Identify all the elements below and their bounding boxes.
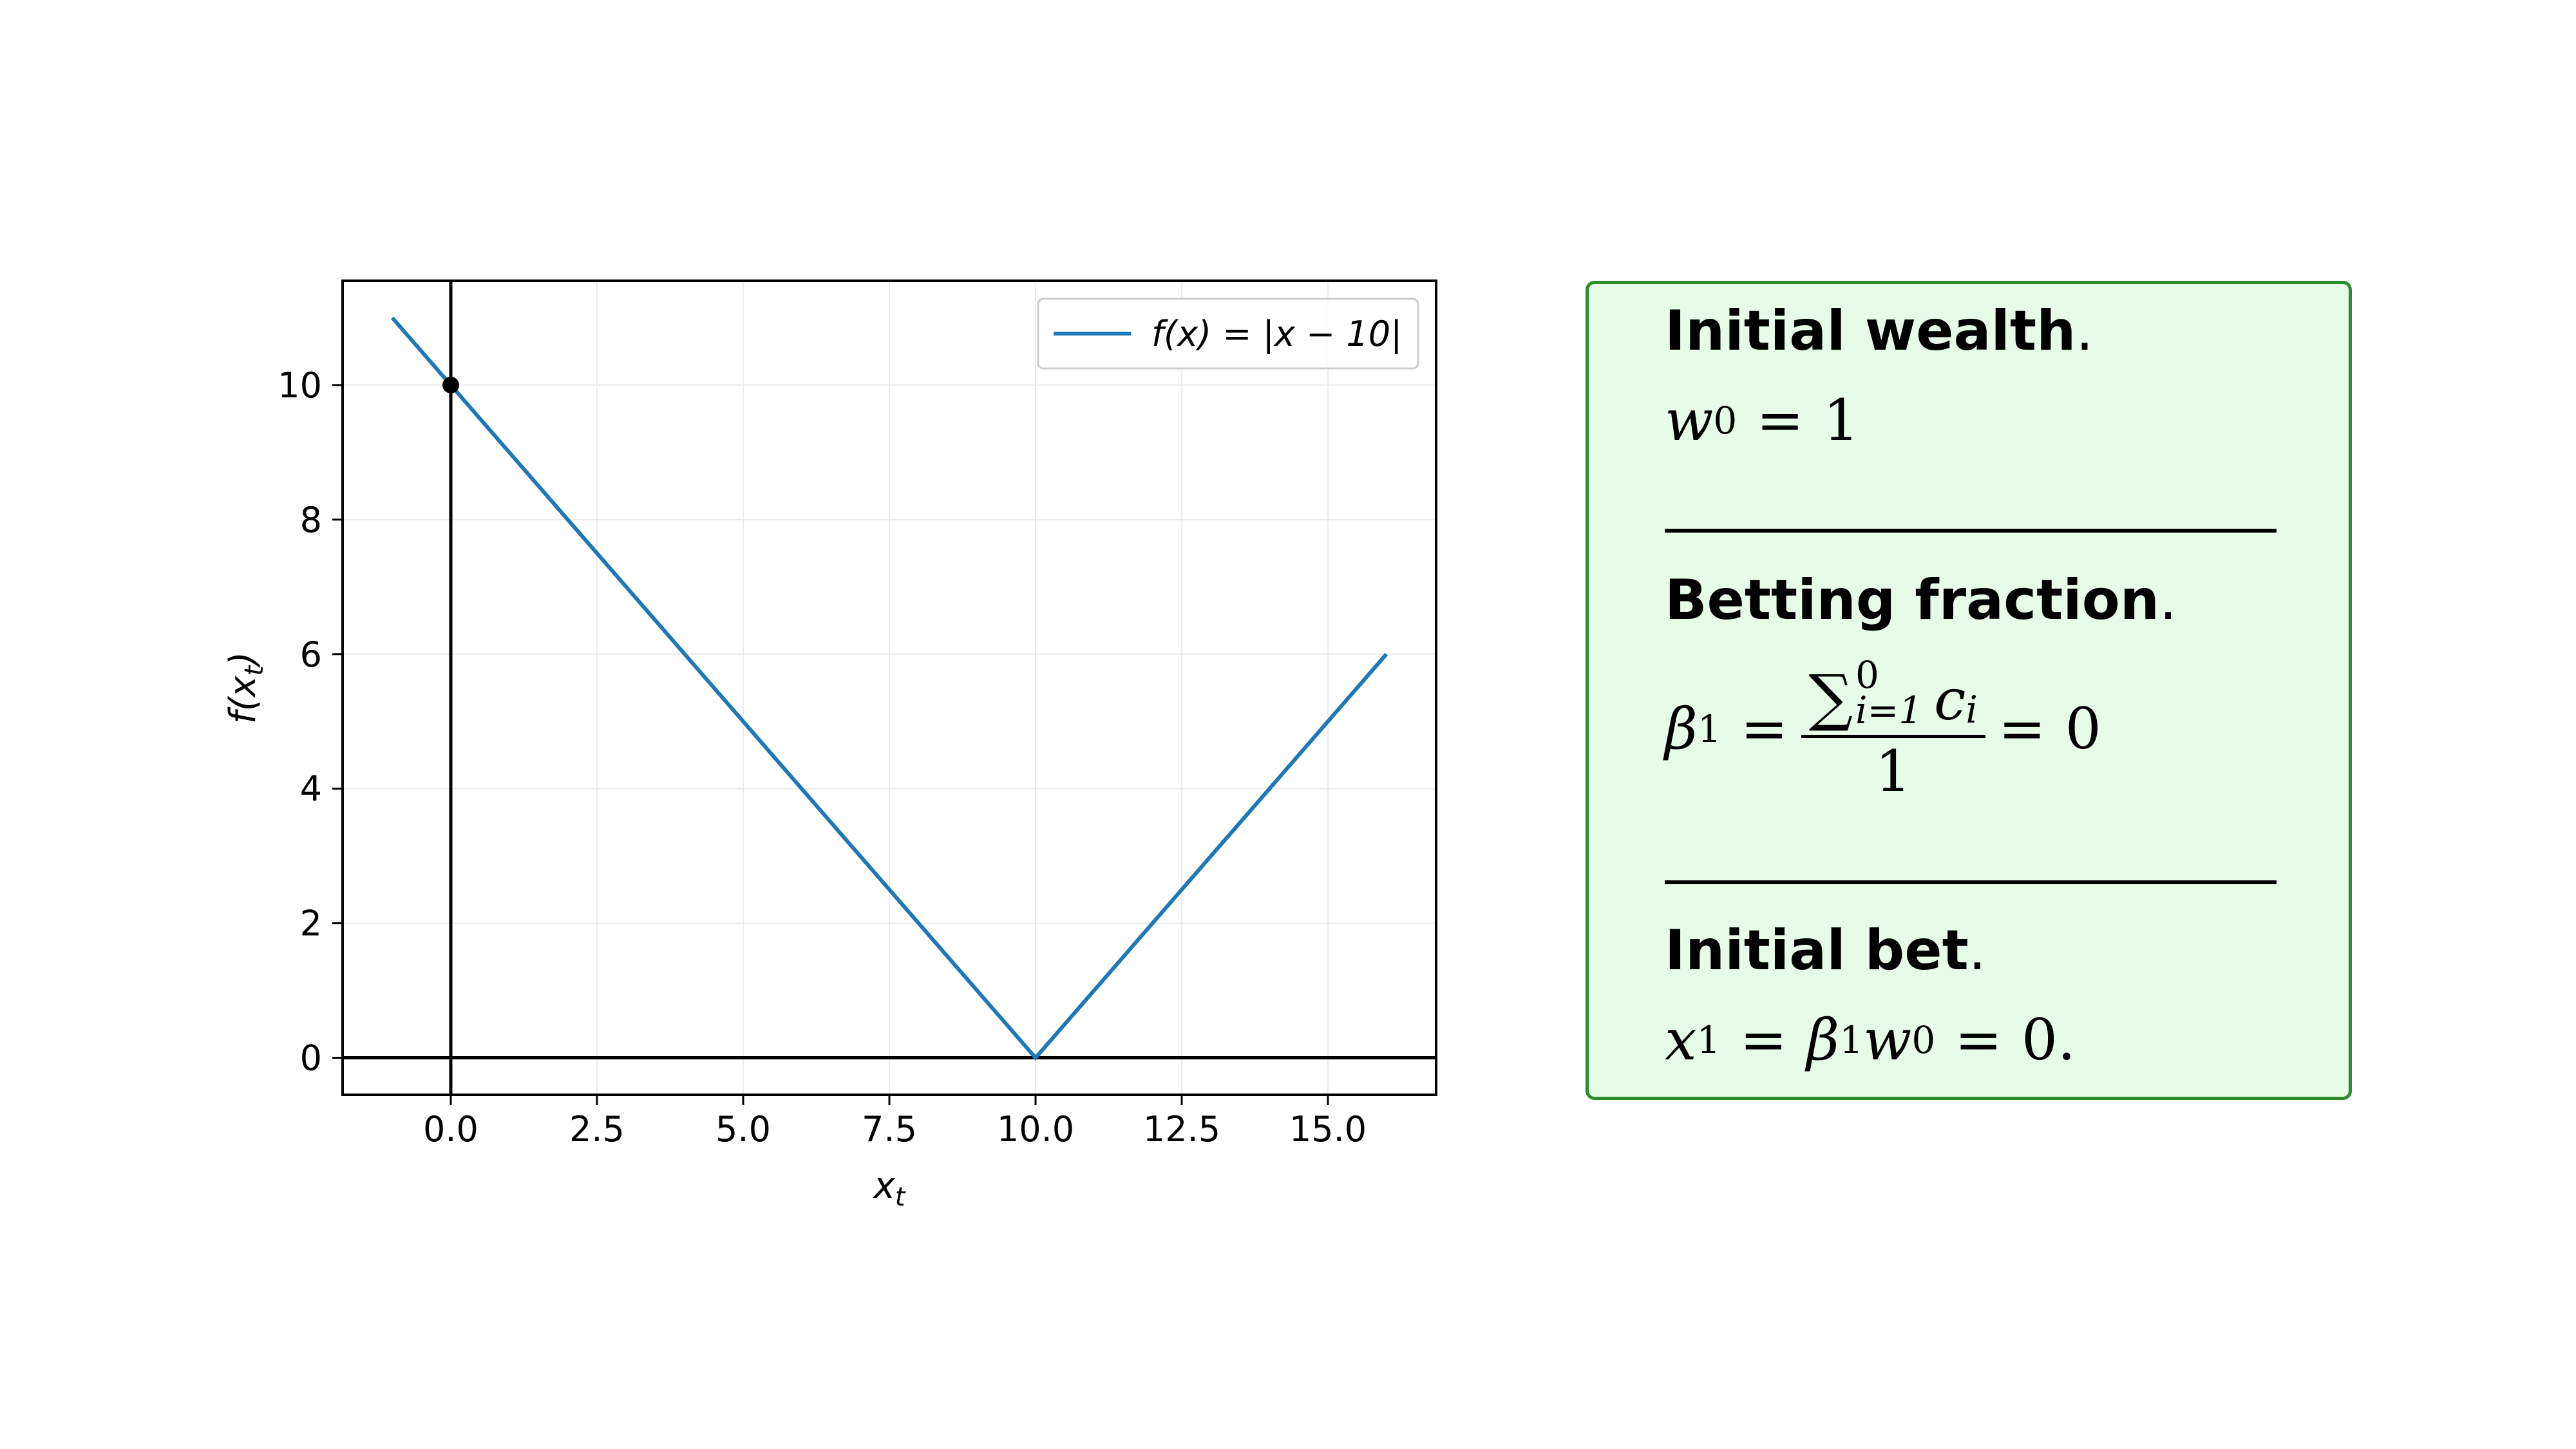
y-tick-label: 4 [300, 769, 322, 810]
info-panel: Initial wealth. w0 = 1 Betting fraction.… [1586, 281, 2352, 1100]
sum-limits: 0 i=1 [1855, 653, 1923, 733]
chart: 0.0 2.5 5.0 7.5 10.0 12.5 15.00246810 xtf(xt) … [222, 279, 1437, 1212]
heading-text: Initial wealth [1665, 299, 2076, 363]
y-tick-label: 6 [300, 634, 322, 675]
value-0: 0. [2022, 1007, 2076, 1073]
y-tick-label: 2 [300, 904, 322, 944]
grid [343, 281, 1436, 1095]
heading-punct: . [2159, 568, 2177, 632]
var-beta: β [1665, 695, 1698, 762]
x-tick-label: 7.5 [862, 1109, 917, 1150]
y-tick-label: 0 [300, 1038, 322, 1079]
x-tick-label: 5.0 [715, 1109, 771, 1150]
sum-symbol: ∑ [1808, 661, 1853, 734]
heading-text: Initial bet [1665, 918, 1969, 983]
var-w: w [1863, 1007, 1912, 1073]
x-tick-label: 2.5 [569, 1109, 625, 1150]
formula-initial-wealth: w0 = 1 [1665, 392, 1859, 449]
x-tick-label: 0.0 [423, 1109, 478, 1150]
heading-punct: . [1968, 918, 1987, 983]
formula-initial-bet: x1 = β1 w0 = 0. [1665, 1012, 2076, 1068]
var-beta: β [1806, 1007, 1840, 1073]
equals-sign: = [1955, 1007, 2003, 1073]
y-tick-label: 8 [300, 500, 322, 540]
x-axis-label: xt [873, 1165, 906, 1212]
sum-lower: i=1 [1855, 688, 1923, 733]
x-tick-label: 15.0 [1289, 1109, 1367, 1150]
var-c: c [1934, 667, 1966, 734]
x-tick-label: 10.0 [997, 1109, 1074, 1150]
value-1: 1 [1823, 387, 1859, 453]
equals-sign: = [1739, 1007, 1788, 1073]
x-tick-label: 12.5 [1143, 1109, 1220, 1150]
value-0: 0 [2065, 695, 2101, 762]
formula-betting-fraction: β1 = ∑ 0 i=1 ci 1 = 0 [1665, 653, 2101, 805]
heading-initial-bet: Initial bet. [1665, 923, 1986, 978]
y-tick-label: 10 [278, 365, 322, 406]
denominator: 1 [1875, 738, 1911, 805]
heading-text: Betting fraction [1665, 568, 2160, 632]
equals-sign: = [1740, 695, 1788, 762]
y-axis-label: f(xt) [222, 652, 269, 724]
ticks: 0.0 2.5 5.0 7.5 10.0 12.5 15.0 0 2 4 6 8 10 [278, 365, 1367, 1150]
divider [1665, 529, 2277, 533]
legend: f(x) = |x − 10| [1037, 298, 1419, 370]
equals-sign: = [1998, 695, 2046, 762]
fraction: ∑ 0 i=1 ci 1 [1801, 653, 1985, 805]
heading-betting-fraction: Betting fraction. [1665, 573, 2177, 628]
data-point [442, 376, 459, 393]
sub-1: 1 [1839, 1018, 1864, 1062]
heading-initial-wealth: Initial wealth. [1665, 303, 2094, 359]
axis-labels: xt f(xt) [222, 652, 906, 1212]
sub-i: i [1965, 688, 1978, 732]
sub-0: 0 [1911, 1018, 1936, 1062]
sub-0: 0 [1713, 399, 1738, 442]
divider [1665, 880, 2277, 884]
var-w: w [1665, 387, 1714, 453]
numerator: ∑ 0 i=1 ci [1801, 653, 1985, 739]
equals-sign: = [1756, 387, 1804, 453]
legend-label: f(x) = |x − 10| [1151, 314, 1402, 354]
heading-punct: . [2076, 299, 2094, 363]
sum-upper: 0 [1855, 653, 1879, 697]
sub-1: 1 [1696, 1018, 1721, 1062]
var-x: x [1665, 1007, 1697, 1073]
sub-1: 1 [1697, 706, 1721, 751]
